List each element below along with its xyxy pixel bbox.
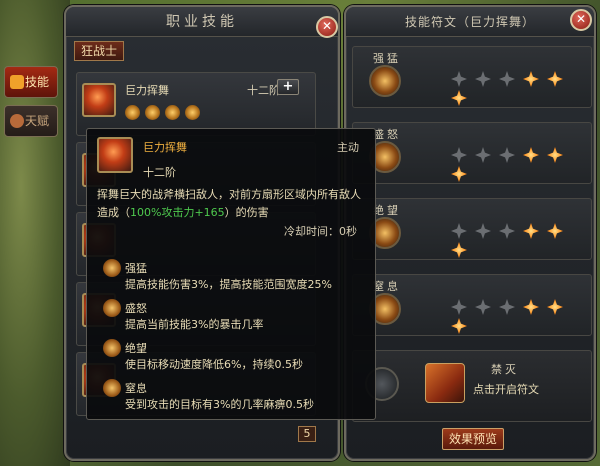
empty-rune-slot-icon <box>499 147 515 163</box>
empty-rune-slot-icon <box>499 299 515 315</box>
class-tab-berserker[interactable]: 狂战士 <box>74 41 124 61</box>
rune-level-slots <box>451 299 591 337</box>
rune-level-slots <box>451 147 591 185</box>
tooltip-rune-name: 强猛 <box>125 262 147 275</box>
empty-rune-slot-icon <box>451 147 467 163</box>
filled-rune-slot-icon <box>451 242 467 258</box>
rune-icon <box>125 105 140 120</box>
empty-rune-slot-icon <box>475 147 491 163</box>
page-number[interactable]: 5 <box>298 426 316 442</box>
skill-tab-icon <box>10 75 24 89</box>
tooltip-desc-after: ）的伤害 <box>224 206 269 219</box>
rune-panel-close-button[interactable]: ✕ <box>570 9 592 31</box>
rune-level-slots <box>451 71 591 109</box>
tooltip-skill-name: 巨力挥舞 <box>143 141 187 154</box>
skills-panel-title: 职业技能 <box>66 7 338 37</box>
empty-rune-slot-icon <box>451 299 467 315</box>
filled-rune-slot-icon <box>523 299 539 315</box>
effect-preview-button[interactable]: 效果预览 <box>442 428 504 450</box>
rune-label: 绝望 <box>373 204 401 217</box>
skill-tooltip: 巨力挥舞 主动 十二阶 挥舞巨大的战斧横扫敌人，对前方扇形区域内所有敌人造成（1… <box>86 128 376 420</box>
unlock-rune-box[interactable]: 禁灭 点击开启符文 <box>352 350 592 422</box>
tooltip-rune-desc: 使目标移动速度降低6%，持续0.5秒 <box>125 358 303 371</box>
skill-level: 十二阶 <box>247 84 280 97</box>
empty-rune-slot-icon <box>475 299 491 315</box>
tooltip-rune-name: 绝望 <box>125 342 147 355</box>
rune-level-slots <box>451 223 591 261</box>
filled-rune-slot-icon <box>523 223 539 239</box>
rune-label: 窒息 <box>373 280 401 293</box>
filled-rune-slot-icon <box>451 166 467 182</box>
axe-skill-icon <box>82 83 116 117</box>
empty-rune-slot-icon <box>475 71 491 87</box>
filled-rune-slot-icon <box>523 71 539 87</box>
tooltip-rune-name: 盛怒 <box>125 302 147 315</box>
filled-rune-slot-icon <box>547 223 563 239</box>
filled-rune-slot-icon <box>523 147 539 163</box>
rune-icon <box>103 379 121 397</box>
skill-row[interactable]: 巨力挥舞 十二阶 + <box>76 72 316 136</box>
empty-rune-slot-icon <box>499 223 515 239</box>
rune-label: 强猛 <box>373 52 401 65</box>
skills-panel-close-button[interactable]: ✕ <box>316 16 338 38</box>
tooltip-cooldown: 冷却时间：0秒 <box>284 223 357 239</box>
rune-socket-icon <box>369 65 401 97</box>
rune-icon <box>103 299 121 317</box>
rune-icon <box>145 105 160 120</box>
skill-upgrade-button[interactable]: + <box>277 79 299 95</box>
tab-talent[interactable]: 天赋 <box>4 105 58 137</box>
skill-name: 巨力挥舞 <box>125 84 169 97</box>
filled-rune-slot-icon <box>451 318 467 334</box>
tab-talent-label: 天赋 <box>25 114 50 128</box>
tab-skills[interactable]: 技能 <box>4 66 58 98</box>
tooltip-rune-name: 窒息 <box>125 382 147 395</box>
unlock-rune-title: 禁灭 <box>491 363 519 376</box>
filled-rune-slot-icon <box>547 147 563 163</box>
filled-rune-slot-icon <box>451 90 467 106</box>
rune-panel-title: 技能符文（巨力挥舞） <box>346 7 594 37</box>
tooltip-rune-desc: 提高技能伤害3%，提高技能范围宽度25% <box>125 278 332 291</box>
filled-rune-slot-icon <box>547 299 563 315</box>
tooltip-skill-level: 十二阶 <box>143 166 176 179</box>
rune-row[interactable]: 绝望 <box>352 198 592 260</box>
empty-rune-slot-icon <box>451 223 467 239</box>
rune-icon <box>103 259 121 277</box>
rune-icon <box>185 105 200 120</box>
tooltip-rune-desc: 受到攻击的目标有3%的几率麻痹0.5秒 <box>125 398 314 411</box>
rune-icon <box>103 339 121 357</box>
cooldown-label: 冷却时间： <box>284 225 339 238</box>
empty-rune-slot-icon <box>499 71 515 87</box>
filled-rune-slot-icon <box>547 71 563 87</box>
tooltip-skill-type: 主动 <box>337 141 359 154</box>
rune-row[interactable]: 强猛 <box>352 46 592 108</box>
rune-label: 盛怒 <box>373 128 401 141</box>
tooltip-description: 挥舞巨大的战斧横扫敌人，对前方扇形区域内所有敌人造成（100%攻击力+165）的… <box>97 186 369 222</box>
skill-rune-list <box>125 105 205 123</box>
empty-rune-slot-icon <box>451 71 467 87</box>
talent-tab-icon <box>10 114 24 128</box>
rune-icon <box>165 105 180 120</box>
rune-row[interactable]: 窒息 <box>352 274 592 336</box>
rune-book-icon[interactable] <box>425 363 465 403</box>
axe-skill-icon <box>97 137 133 173</box>
cooldown-value: 0秒 <box>339 225 357 238</box>
tooltip-rune-desc: 提高当前技能3%的暴击几率 <box>125 318 264 331</box>
unlock-rune-text[interactable]: 点击开启符文 <box>473 381 539 397</box>
empty-rune-slot-icon <box>475 223 491 239</box>
tooltip-desc-damage: 100%攻击力+165 <box>130 206 225 219</box>
tab-skills-label: 技能 <box>25 75 50 89</box>
rune-row[interactable]: 盛怒 <box>352 122 592 184</box>
